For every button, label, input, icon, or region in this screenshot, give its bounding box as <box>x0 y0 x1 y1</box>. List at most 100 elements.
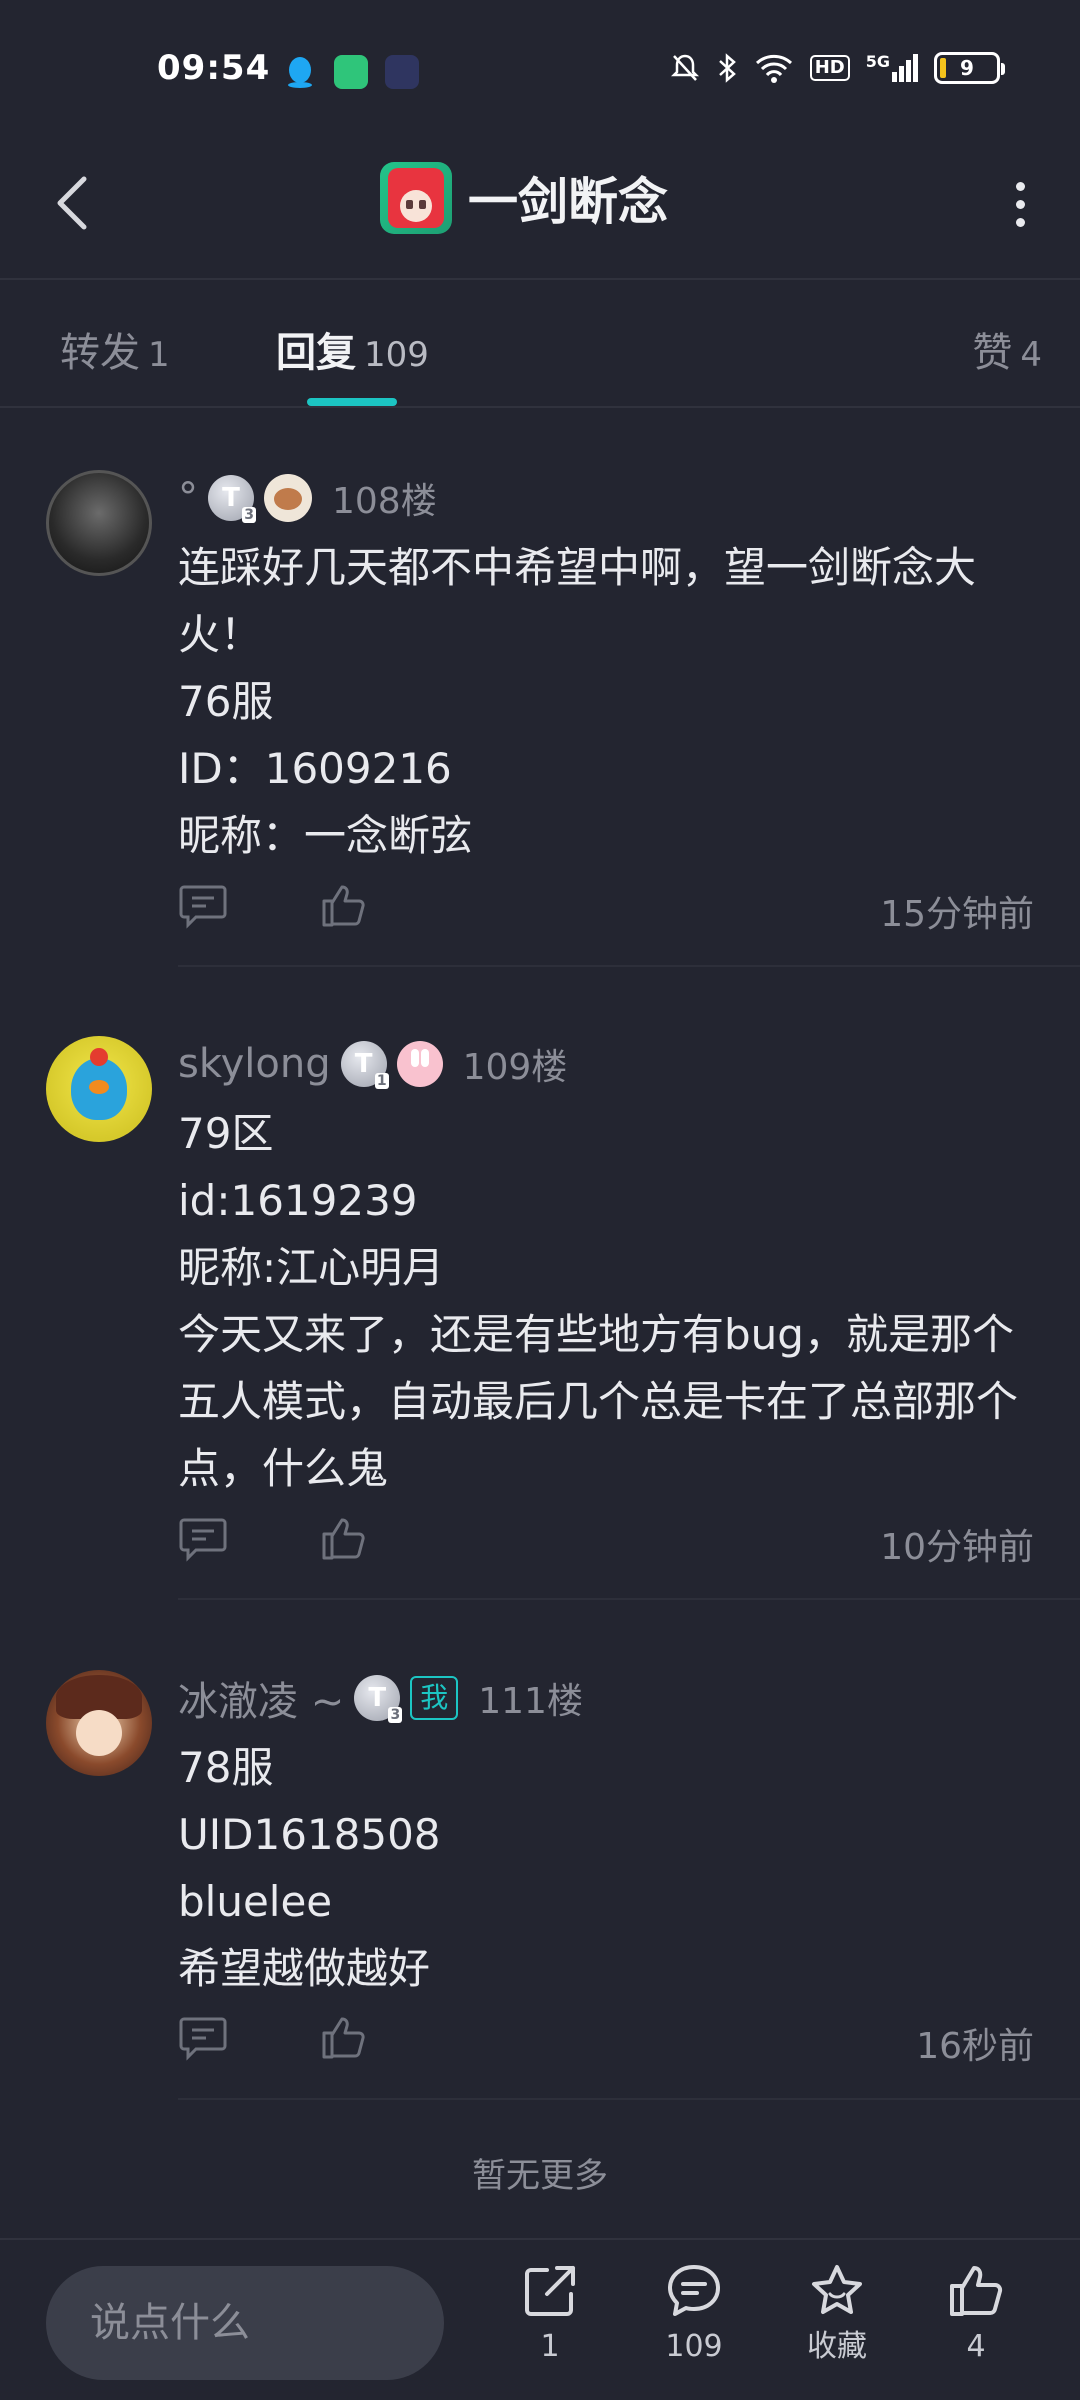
level-badge-icon: T1 <box>340 1041 389 1089</box>
comment-input[interactable] <box>46 2266 444 2380</box>
more-dot-icon <box>1015 181 1025 191</box>
like-button[interactable] <box>320 881 368 929</box>
avatar[interactable] <box>46 470 152 576</box>
comment-text-line: 点，什么鬼 <box>178 1444 389 1493</box>
floor-number: 111楼 <box>478 1681 583 1722</box>
app-notification-icon <box>385 55 419 89</box>
comment-text-line: 今天又来了，还是有些地方有bug，就是那个 <box>178 1310 1014 1359</box>
comment-actions: 15分钟前 <box>178 875 1038 935</box>
bottom-action-bar: 1 109 收藏 4 <box>0 2238 1080 2400</box>
thumbs-up-icon <box>322 1518 365 1560</box>
comment-text-line: 昵称:江心明月 <box>178 1243 445 1292</box>
battery-saver-notification-icon <box>334 55 368 89</box>
hd-indicator: HD <box>809 55 850 81</box>
mute-icon <box>670 54 699 81</box>
comment-text-line: ID：1609216 <box>178 744 452 793</box>
reply-icon <box>179 1518 227 1562</box>
bluetooth-icon <box>718 53 736 83</box>
comment-text-line: 连踩好几天都不中希望中啊，望一剑断念大 <box>178 543 977 592</box>
like-button[interactable] <box>320 1514 368 1562</box>
game-app-icon <box>380 162 452 234</box>
like-count: 4 <box>966 2329 986 2364</box>
comment-count: 109 <box>665 2329 723 2364</box>
comment-header: skylong T1 109楼 <box>178 1036 567 1092</box>
comment-bubble-icon <box>668 2265 720 2316</box>
battery-icon: 9 <box>934 52 1005 84</box>
top-app-bar: 一剑断念 <box>0 130 1080 280</box>
username[interactable]: skylong <box>178 1041 331 1087</box>
more-dot-icon <box>1015 199 1025 209</box>
share-button[interactable]: 1 <box>500 2262 600 2364</box>
comment-text-line: 火！ <box>178 610 263 659</box>
comment-header: ° T3 108楼 <box>178 470 437 526</box>
comment-text-line: 76服 <box>178 677 274 726</box>
wifi-icon <box>755 54 792 83</box>
page-title: 一剑断念 <box>468 173 668 231</box>
comment-divider <box>178 965 1080 967</box>
comment-timestamp: 15分钟前 <box>880 894 1034 935</box>
comment-header: 冰澈凌 ~ T3 我 111楼 <box>178 1670 583 1726</box>
reply-button[interactable] <box>178 1516 228 1562</box>
comment-text-line: 希望越做越好 <box>178 1944 431 1993</box>
back-button[interactable] <box>42 170 102 236</box>
reply-icon <box>179 885 227 929</box>
level-badge-icon: T3 <box>354 1675 403 1723</box>
no-more-text: 暂无更多 <box>472 2156 608 2196</box>
reply-button[interactable] <box>178 883 228 929</box>
favorite-button[interactable]: 收藏 <box>787 2262 887 2364</box>
like-button[interactable] <box>320 2013 368 2061</box>
comment-button[interactable]: 109 <box>644 2262 744 2364</box>
active-tab-indicator <box>307 398 397 406</box>
thumbs-up-icon <box>322 885 365 927</box>
share-icon <box>525 2266 575 2316</box>
comment-actions: 16秒前 <box>178 2007 1038 2067</box>
qq-notification-icon <box>283 55 317 89</box>
comment-text-line: id:1619239 <box>178 1176 418 1225</box>
comment-divider <box>178 2098 1080 2100</box>
status-time: 09:54 <box>157 48 271 88</box>
comment-text-line: 五人模式，自动最后几个总是卡在了总部那个 <box>178 1377 1019 1426</box>
floor-number: 109楼 <box>462 1047 568 1088</box>
comment-text-line: 79区 <box>178 1109 274 1158</box>
avatar[interactable] <box>46 1670 152 1776</box>
comment-timestamp: 10分钟前 <box>880 1527 1034 1568</box>
username[interactable]: ° <box>178 475 198 521</box>
comment-body: 连踩好几天都不中希望中啊，望一剑断念大 火！ 76服 ID：1609216 昵称… <box>178 534 1038 869</box>
thumbs-up-icon <box>950 2266 1003 2316</box>
share-count: 1 <box>540 2329 560 2364</box>
tab-forward[interactable]: 转发 1 <box>60 320 170 378</box>
more-dot-icon <box>1015 217 1025 227</box>
self-badge: 我 <box>410 1676 459 1720</box>
more-options-button[interactable] <box>1000 174 1040 234</box>
comment-text-line: 昵称：一念断弦 <box>178 811 473 860</box>
favorite-label: 收藏 <box>807 2329 867 2364</box>
username[interactable]: 冰澈凌 ~ <box>178 1669 344 1727</box>
comment-input-box[interactable] <box>46 2266 444 2380</box>
comment-text-line: bluelee <box>178 1877 333 1926</box>
comment-timestamp: 16秒前 <box>916 2026 1034 2067</box>
comment-body: 79区 id:1619239 昵称:江心明月 今天又来了，还是有些地方有bug，… <box>178 1100 1038 1502</box>
reply-icon <box>179 2017 227 2061</box>
comment-divider <box>178 1598 1080 1600</box>
tab-reply[interactable]: 回复 109 <box>276 320 429 378</box>
tab-bar: 转发 1 回复 109 赞4 <box>0 282 1080 408</box>
level-badge-icon: T3 <box>208 475 256 523</box>
pet-badge-icon <box>264 474 312 522</box>
comment-text-line: 78服 <box>178 1743 274 1792</box>
comment-body: 78服 UID1618508 bluelee 希望越做越好 <box>178 1734 1038 2002</box>
avatar[interactable] <box>46 1036 152 1142</box>
floor-number: 108楼 <box>332 481 437 522</box>
rabbit-badge-icon <box>396 1041 443 1087</box>
thumbs-up-icon <box>322 2017 365 2059</box>
status-bar: 09:54 HD 5G 9 <box>0 0 1080 130</box>
signal-icon: 5G <box>866 54 918 82</box>
game-title-group[interactable]: 一剑断念 <box>380 162 668 234</box>
like-post-button[interactable]: 4 <box>926 2262 1026 2364</box>
comment-text-line: UID1618508 <box>178 1810 441 1859</box>
tab-like[interactable]: 赞4 <box>972 320 1042 378</box>
star-icon <box>812 2265 862 2314</box>
reply-button[interactable] <box>178 2015 228 2061</box>
status-right-cluster: HD 5G 9 <box>670 52 1005 84</box>
comment-actions: 10分钟前 <box>178 1508 1038 1568</box>
back-arrow-icon <box>57 176 87 230</box>
